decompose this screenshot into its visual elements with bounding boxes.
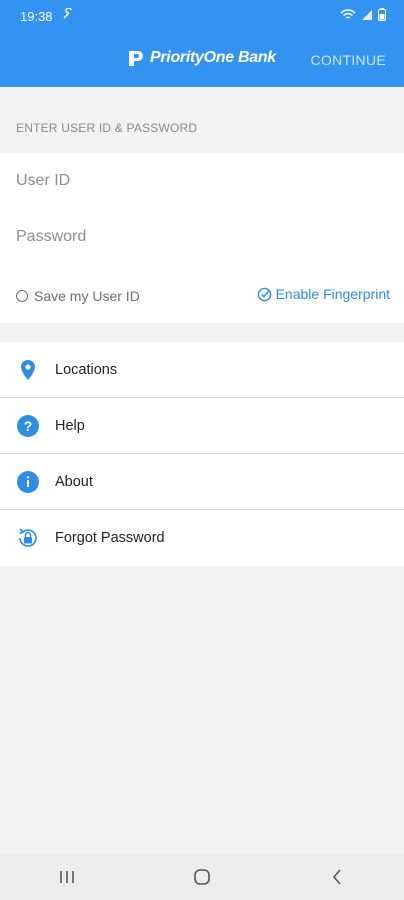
bank-logo-icon (129, 51, 143, 66)
signal-icon (362, 9, 372, 20)
status-time: 19:38 (20, 9, 53, 24)
status-bar: 19:38 (0, 0, 404, 32)
check-circle-icon (257, 287, 271, 301)
recent-apps-button[interactable] (37, 870, 97, 884)
location-pin-icon (16, 358, 40, 382)
menu-item-label: About (55, 473, 93, 490)
info-icon (16, 470, 40, 494)
svg-text:?: ? (24, 418, 33, 434)
home-icon (194, 869, 210, 885)
login-card: User ID Password Save my User ID Enable … (0, 153, 404, 323)
back-button[interactable] (307, 869, 367, 885)
menu-item-about[interactable]: About (0, 454, 404, 510)
app-bar: PriorityOne Bank CONTINUE (0, 32, 404, 87)
wrench-icon (62, 7, 74, 23)
menu-item-label: Forgot Password (55, 530, 165, 546)
user-id-field[interactable]: User ID (16, 172, 70, 190)
wifi-icon (340, 8, 356, 19)
save-user-id-label: Save my User ID (34, 288, 140, 304)
back-icon (332, 869, 341, 885)
menu-item-label: Help (55, 417, 85, 434)
save-user-id-toggle[interactable]: Save my User ID (16, 288, 140, 304)
system-nav-bar (0, 854, 404, 900)
enable-fingerprint-button[interactable]: Enable Fingerprint (257, 286, 390, 302)
system-icons (340, 8, 386, 21)
menu-item-help[interactable]: ? Help (0, 398, 404, 454)
lock-reset-icon (16, 526, 40, 550)
home-button[interactable] (172, 868, 232, 886)
brand-name: PriorityOne Bank (150, 49, 276, 66)
battery-icon (378, 8, 386, 21)
enable-fingerprint-label: Enable Fingerprint (275, 286, 390, 302)
menu-item-forgot-password[interactable]: Forgot Password (0, 510, 404, 566)
save-user-id-radio[interactable] (16, 290, 28, 302)
menu-list: Locations ? Help About Forgot Password (0, 342, 404, 566)
recent-apps-icon (60, 871, 75, 883)
password-field[interactable]: Password (16, 228, 86, 246)
help-icon: ? (16, 414, 40, 438)
continue-button[interactable]: CONTINUE (310, 52, 386, 68)
login-section-label: ENTER USER ID & PASSWORD (16, 121, 198, 135)
menu-item-locations[interactable]: Locations (0, 342, 404, 398)
brand-logo: PriorityOne Bank (126, 48, 276, 68)
menu-item-label: Locations (55, 361, 118, 378)
